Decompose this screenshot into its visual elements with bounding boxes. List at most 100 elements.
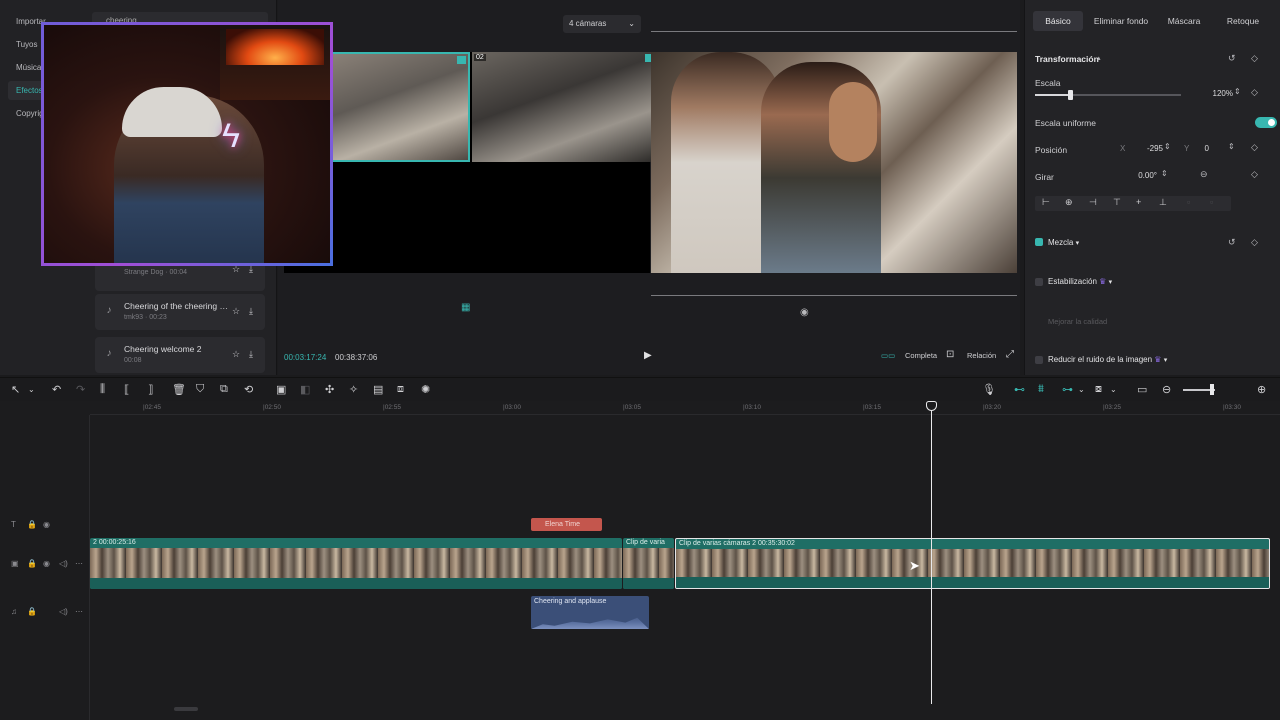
sound-item[interactable]: ♪ Cheering of the cheering p... tmk93 · … xyxy=(95,294,265,330)
stabilization-checkbox[interactable] xyxy=(1035,278,1043,286)
freeze-icon[interactable]: ▣ xyxy=(276,383,286,396)
more-icon[interactable]: ⋯ xyxy=(75,607,83,616)
magic-icon[interactable]: ✧ xyxy=(349,383,358,396)
uniform-scale-toggle[interactable] xyxy=(1255,117,1277,128)
speaker-icon[interactable]: ◁) xyxy=(59,607,68,616)
trim-start-icon[interactable]: ⟦ xyxy=(124,383,129,396)
layout-icon[interactable]: ⧇ xyxy=(1095,383,1102,396)
camera-tile-1[interactable] xyxy=(330,52,470,162)
title-clip[interactable]: Elena Time xyxy=(531,518,602,531)
undo-icon[interactable]: ↶ xyxy=(52,383,61,396)
align-right-icon[interactable]: ⊣ xyxy=(1089,197,1097,208)
reset-icon[interactable]: ↺ xyxy=(1228,237,1236,248)
transform-section-title[interactable]: Transformación xyxy=(1035,54,1099,64)
reset-icon[interactable]: ↺ xyxy=(1228,53,1236,64)
snap-icon[interactable]: ⊷ xyxy=(1014,383,1025,396)
position-x-field[interactable]: -295 xyxy=(1125,141,1167,157)
lock-icon[interactable]: 🔒 xyxy=(27,520,37,529)
multicam-clip-selected[interactable]: Clip de varias cámaras 2 00:35:30:02 xyxy=(675,538,1270,589)
complete-button[interactable]: Completa xyxy=(905,351,937,360)
denoise-checkbox[interactable] xyxy=(1035,356,1043,364)
blend-checkbox[interactable] xyxy=(1035,238,1043,246)
rotate-value[interactable]: 0.00° xyxy=(1111,168,1161,184)
camera-count-select[interactable]: 4 cámaras ⌄ xyxy=(563,15,641,33)
tab-basic[interactable]: Básico xyxy=(1033,11,1083,31)
screen-icon[interactable]: ⧈ xyxy=(397,383,404,396)
zoom-slider-handle[interactable] xyxy=(1210,384,1214,395)
magnet-icon[interactable]: ⩩ xyxy=(1038,383,1044,396)
quality-icon[interactable]: ▭▭ xyxy=(881,351,895,360)
ai-tool-icon[interactable]: ✣ xyxy=(325,383,334,396)
lock-icon[interactable]: 🔒 xyxy=(27,607,37,616)
keyframe-icon[interactable]: ◇ xyxy=(1251,142,1258,153)
rotate-dial-icon[interactable]: ⊖ xyxy=(1200,169,1208,180)
scale-value[interactable]: 120% xyxy=(1187,86,1237,102)
stepper-icon[interactable]: ⇕ xyxy=(1234,87,1241,96)
video-clip[interactable]: 2 00:00:25:16 xyxy=(90,538,622,589)
stabilization-section-title[interactable]: Estabilización ♛ ▾ xyxy=(1048,277,1112,286)
fullscreen-icon[interactable]: ⤢ xyxy=(1006,349,1014,360)
crop-icon[interactable]: ⧉ xyxy=(220,383,228,396)
timeline-ruler[interactable]: |02:45 |02:50 |02:55 |03:00 |03:05 |03:1… xyxy=(90,401,1280,415)
select-tool-icon[interactable]: ↖ xyxy=(11,383,20,396)
stepper-icon[interactable]: ⇕ xyxy=(1164,142,1171,151)
align-left-icon[interactable]: ⊢ xyxy=(1042,197,1050,208)
title-track-icon: T xyxy=(11,520,16,529)
stepper-icon[interactable]: ⇕ xyxy=(1161,169,1168,178)
speed-icon[interactable]: ⟲ xyxy=(244,383,253,396)
marker-icon[interactable]: ⛉ xyxy=(196,383,204,396)
zoom-out-icon[interactable]: ⊖ xyxy=(1162,383,1171,396)
favorite-icon[interactable]: ☆ xyxy=(232,306,240,317)
chevron-down-icon[interactable]: ⌄ xyxy=(28,385,35,394)
favorite-icon[interactable]: ☆ xyxy=(232,349,240,360)
effects-icon[interactable]: ✺ xyxy=(421,383,430,396)
trim-end-icon[interactable]: ⟧ xyxy=(148,383,153,396)
align-top-icon[interactable]: ⊤ xyxy=(1113,197,1121,208)
split-icon[interactable]: ⫼ xyxy=(100,383,105,396)
ruler-tick: |03:05 xyxy=(623,404,641,411)
link-icon[interactable]: ⊶ xyxy=(1062,383,1073,396)
align-bottom-icon[interactable]: ⊥ xyxy=(1159,197,1167,208)
sound-item[interactable]: ♪ Cheering welcome 2 00:08 ☆ ⤓ xyxy=(95,337,265,373)
playhead[interactable] xyxy=(931,401,932,704)
zoom-in-icon[interactable]: ⊕ xyxy=(1257,383,1266,396)
multicam-clip[interactable]: Clip de varia xyxy=(623,538,674,589)
play-button[interactable]: ▶ xyxy=(644,350,652,361)
render-icon[interactable]: ▭ xyxy=(1137,383,1147,396)
keyframe-icon[interactable]: ◇ xyxy=(1251,53,1258,64)
keyframe-icon[interactable]: ◇ xyxy=(1251,237,1258,248)
position-y-field[interactable]: 0 xyxy=(1191,141,1213,157)
subtitle-icon[interactable]: ▤ xyxy=(373,383,383,396)
snapshot-icon[interactable]: ⊡ xyxy=(946,349,954,360)
microphone-icon[interactable]: 🎙 xyxy=(982,383,996,396)
multicam-switch-icon[interactable]: ▦ xyxy=(461,302,470,313)
audio-clip[interactable]: Cheering and applause xyxy=(531,596,649,629)
chevron-down-icon[interactable]: ⌄ xyxy=(1110,385,1117,394)
align-center-h-icon[interactable]: ⊕ xyxy=(1065,197,1073,208)
blend-section-title[interactable]: Mezcla ▾ xyxy=(1048,238,1079,247)
align-center-v-icon[interactable]: + xyxy=(1136,197,1141,207)
ratio-button[interactable]: Relación xyxy=(967,351,996,360)
chevron-up-icon[interactable]: ▴ xyxy=(1097,54,1101,62)
tab-mask[interactable]: Máscara xyxy=(1159,11,1209,31)
delete-icon[interactable]: 🗑 xyxy=(172,383,186,396)
speaker-icon[interactable]: ◁) xyxy=(59,559,68,568)
eye-icon[interactable]: ◉ xyxy=(43,559,50,568)
tab-remove-background[interactable]: Eliminar fondo xyxy=(1089,11,1153,31)
chevron-down-icon[interactable]: ⌄ xyxy=(1078,385,1085,394)
eye-icon[interactable]: ◉ xyxy=(43,520,50,529)
record-icon[interactable]: ◉ xyxy=(800,307,809,318)
keyframe-icon[interactable]: ◇ xyxy=(1251,169,1258,180)
camera-tile-2[interactable]: 02 xyxy=(472,52,656,162)
download-icon[interactable]: ⤓ xyxy=(249,349,253,360)
more-icon[interactable]: ⋯ xyxy=(75,559,83,568)
scale-slider-handle[interactable] xyxy=(1068,90,1074,100)
keyframe-icon[interactable]: ◇ xyxy=(1251,87,1258,98)
timeline-scrollbar[interactable] xyxy=(174,707,198,711)
tab-retouch[interactable]: Retoque xyxy=(1215,11,1271,31)
scale-slider[interactable] xyxy=(1035,90,1181,100)
download-icon[interactable]: ⤓ xyxy=(249,306,253,317)
denoise-section-title[interactable]: Reducir el ruido de la imagen ♛ ▾ xyxy=(1048,355,1167,364)
stepper-icon[interactable]: ⇕ xyxy=(1228,142,1235,151)
lock-icon[interactable]: 🔒 xyxy=(27,559,37,568)
